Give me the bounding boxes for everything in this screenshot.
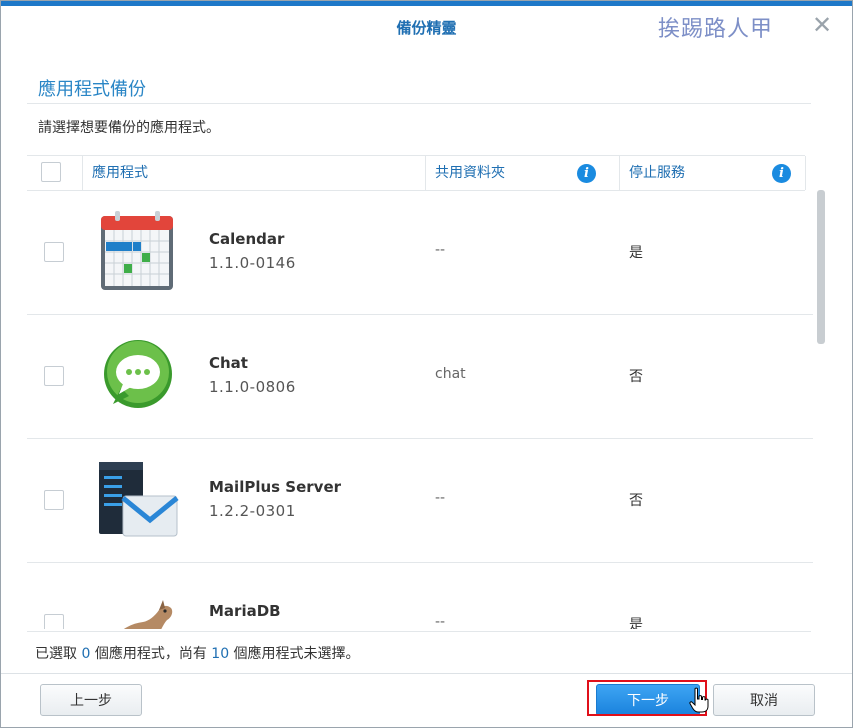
section-title: 應用程式備份	[38, 79, 146, 100]
header-separator	[425, 156, 426, 190]
app-version: 1.2.2-0301	[209, 502, 296, 520]
row-checkbox[interactable]	[44, 490, 64, 510]
calendar-icon	[101, 211, 173, 290]
app-list[interactable]: Calendar 1.1.0-0146 -- 是 Chat 1.1.0-0806…	[27, 190, 813, 629]
status-middle: 個應用程式，尚有	[90, 646, 212, 662]
section-divider	[27, 103, 811, 104]
app-name: MariaDB	[209, 602, 281, 620]
stop-service-value: 否	[629, 493, 643, 509]
shared-folder-value: --	[435, 490, 446, 506]
table-row[interactable]: Calendar 1.1.0-0146 -- 是	[27, 190, 813, 315]
shared-folder-value: --	[435, 614, 446, 629]
close-icon[interactable]: ✕	[809, 12, 835, 38]
stop-service-value: 是	[629, 617, 643, 629]
app-name: MailPlus Server	[209, 478, 342, 496]
row-checkbox[interactable]	[44, 366, 64, 386]
stop-service-value: 否	[629, 369, 643, 385]
header-shared-folder[interactable]: 共用資料夾	[435, 156, 505, 190]
app-name: Chat	[209, 354, 248, 372]
app-name: Calendar	[209, 230, 285, 248]
header-separator	[805, 156, 806, 190]
selection-status: 已選取 0 個應用程式，尚有 10 個應用程式未選擇。	[35, 643, 360, 663]
description-text: 請選擇想要備份的應用程式。	[38, 120, 220, 136]
mariadb-seal-icon	[123, 600, 173, 629]
stop-service-info-icon[interactable]: i	[772, 164, 791, 183]
window-accent-bar	[1, 1, 852, 6]
shared-folder-value: --	[435, 242, 446, 258]
shared-folder-info-icon[interactable]: i	[577, 164, 596, 183]
scrollbar-thumb[interactable]	[817, 190, 825, 344]
app-version: 1.1.0-0146	[209, 254, 296, 272]
hand-cursor-icon	[689, 687, 709, 713]
status-suffix: 個應用程式未選擇。	[229, 646, 360, 662]
table-row[interactable]: Chat 1.1.0-0806 chat 否	[27, 314, 813, 439]
row-checkbox[interactable]	[44, 614, 64, 629]
stop-service-value: 是	[629, 245, 643, 261]
mail-server-icon	[99, 462, 179, 537]
shared-folder-value: chat	[435, 366, 466, 382]
footer-divider	[27, 631, 811, 632]
row-checkbox[interactable]	[44, 242, 64, 262]
unselected-count: 10	[211, 646, 230, 662]
header-separator	[82, 156, 83, 190]
header-separator	[619, 156, 620, 190]
watermark-text: 挨踢路人甲	[658, 17, 774, 42]
previous-button[interactable]: 上一步	[40, 684, 142, 716]
table-row[interactable]: MariaDB -- 是	[27, 562, 813, 629]
chat-icon	[104, 340, 172, 408]
app-version: 1.1.0-0806	[209, 378, 296, 396]
cancel-button[interactable]: 取消	[713, 684, 815, 716]
header-stop-service[interactable]: 停止服務	[629, 156, 685, 190]
select-all-checkbox[interactable]	[41, 162, 61, 182]
header-app[interactable]: 應用程式	[92, 156, 148, 190]
backup-wizard-dialog: 備份精靈 挨踢路人甲 ✕ 應用程式備份 請選擇想要備份的應用程式。 應用程式 共…	[0, 0, 853, 728]
status-prefix: 已選取	[35, 646, 82, 662]
table-header: 應用程式 共用資料夾 i 停止服務 i	[27, 155, 806, 191]
button-bar-divider	[1, 673, 852, 674]
table-row[interactable]: MailPlus Server 1.2.2-0301 -- 否	[27, 438, 813, 563]
